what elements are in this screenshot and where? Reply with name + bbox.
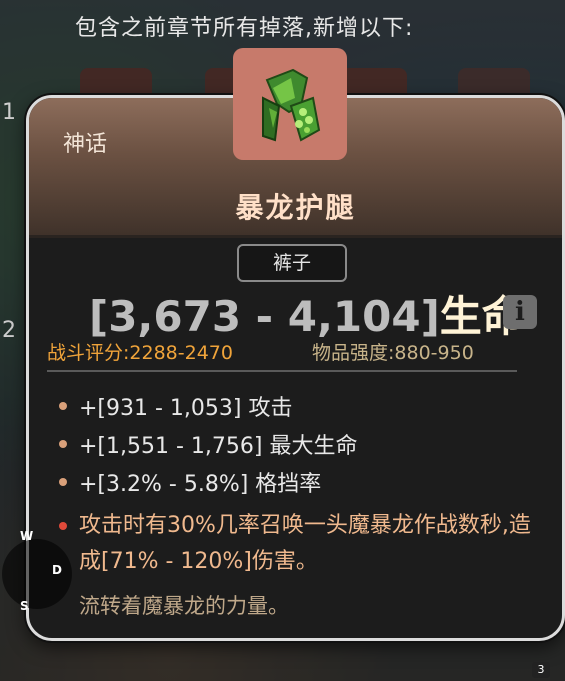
unique-effect-text: 攻击时有30%几率召唤一头魔暴龙作战数秒,造成[71% - 120%]伤害。 xyxy=(79,513,531,574)
minimap-compass[interactable]: W D S xyxy=(2,527,76,617)
drops-header: 包含之前章节所有掉落,新增以下: xyxy=(0,0,565,50)
score-row: 战斗评分:2288-2470 物品强度:880-950 xyxy=(47,338,474,365)
affix-text: +[3.2% - 5.8%] 格挡率 xyxy=(79,472,322,497)
affix-text: +[931 - 1,053] 攻击 xyxy=(79,396,293,421)
main-stat: [3,673 - 4,104]生命 xyxy=(89,283,524,344)
flavor-text: 流转着魔暴龙的力量。 xyxy=(79,594,289,618)
bullet-icon xyxy=(59,402,67,410)
compass-south-label: S xyxy=(20,599,29,613)
side-number: 1 xyxy=(2,100,16,125)
bullet-icon xyxy=(59,440,67,448)
game-scene: 包含之前章节所有掉落,新增以下: 1 2 神话 暴龙护腿 裤子 [3,673 -… xyxy=(0,0,565,681)
compass-east-label: D xyxy=(52,563,62,577)
item-name: 暴龙护腿 xyxy=(235,191,356,224)
info-icon[interactable]: i xyxy=(503,295,537,329)
affix-item: +[3.2% - 5.8%] 格挡率 xyxy=(59,466,321,498)
affix-text: +[1,551 - 1,756] 最大生命 xyxy=(79,434,358,459)
bullet-icon xyxy=(59,478,67,486)
leg-armor-icon xyxy=(262,68,321,142)
count-badge: 3 xyxy=(532,662,550,678)
compass-north-label: W xyxy=(20,529,34,543)
item-power: 物品强度:880-950 xyxy=(312,342,474,364)
drops-header-text: 包含之前章节所有掉落,新增以下: xyxy=(75,16,414,41)
slot-type-badge: 裤子 xyxy=(237,244,347,282)
divider xyxy=(47,370,517,372)
rarity-label: 神话 xyxy=(63,132,108,157)
affix-item: +[931 - 1,053] 攻击 xyxy=(59,390,293,422)
item-tooltip: 神话 暴龙护腿 裤子 [3,673 - 4,104]生命 i 战斗评分:2288… xyxy=(26,95,565,641)
side-number: 2 xyxy=(2,318,16,343)
combat-score: 战斗评分:2288-2470 xyxy=(47,342,233,364)
item-icon-frame[interactable] xyxy=(233,48,347,160)
unique-effect: 攻击时有30%几率召唤一头魔暴龙作战数秒,造成[71% - 120%]伤害。 xyxy=(59,508,534,580)
affix-item: +[1,551 - 1,756] 最大生命 xyxy=(59,428,357,460)
main-stat-range: [3,673 - 4,104] xyxy=(89,292,440,341)
